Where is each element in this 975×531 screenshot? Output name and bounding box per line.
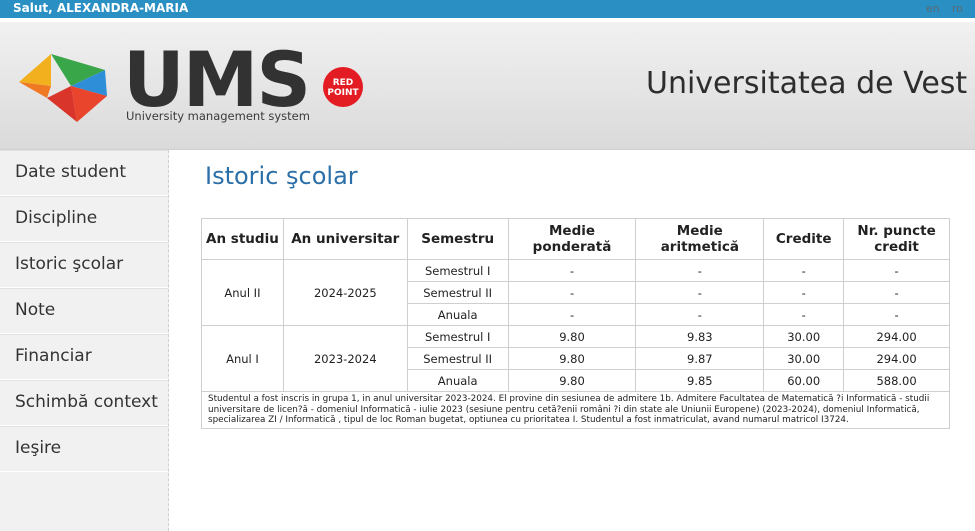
sidebar-item-iesire[interactable]: Ieşire [0, 426, 168, 472]
header-puncte-credit: Nr. puncte credit [843, 218, 950, 260]
sidebar-item-date-student[interactable]: Date student [0, 150, 168, 196]
cell-medie-aritmetica: 9.87 [635, 347, 765, 370]
language-en-link[interactable]: en [926, 2, 940, 15]
cell-an-studiu: Anul I [201, 325, 284, 392]
cell-medie-ponderata: 9.80 [507, 369, 637, 392]
sidebar-item-schimba-context[interactable]: Schimbă context [0, 380, 168, 426]
cell-medie-ponderata: 9.80 [507, 325, 637, 348]
page-title: Istoric şcolar [205, 162, 358, 190]
cell-medie-ponderata: - [507, 281, 637, 304]
cell-credite: 30.00 [763, 325, 845, 348]
cell-medie-ponderata: - [507, 259, 637, 282]
header-an-studiu: An studiu [201, 218, 284, 260]
table-row: Anul I 2023-2024 Semestrul I 9.80 9.83 3… [201, 325, 950, 392]
header-medie-aritmetica: Medie aritmetică [635, 218, 765, 260]
cell-credite: - [763, 303, 845, 326]
cell-semestru: Semestrul I [406, 325, 509, 348]
table-header-row: An studiu An universitar Semestru Medie … [201, 218, 950, 260]
table-row: Anul II 2024-2025 Semestrul I - - - - [201, 259, 950, 326]
badge-line2: POINT [327, 88, 359, 98]
cell-medie-ponderata: 9.80 [507, 347, 637, 370]
cell-puncte: - [843, 281, 950, 304]
badge-line1: RED [333, 78, 354, 88]
cell-an-studiu: Anul II [201, 259, 284, 326]
top-bar: Salut, ALEXANDRA-MARIA en ro [0, 0, 975, 18]
cell-semestru: Anuala [406, 303, 509, 326]
cell-medie-aritmetica: - [635, 259, 765, 282]
cell-semestru: Semestrul II [406, 281, 509, 304]
university-title: Universitatea de Vest [646, 66, 968, 101]
cell-puncte: 588.00 [843, 369, 950, 392]
sidebar-nav: Date student Discipline Istoric şcolar N… [0, 150, 169, 531]
cell-credite: - [763, 281, 845, 304]
language-ro-link[interactable]: ro [952, 2, 963, 15]
cell-credite: 30.00 [763, 347, 845, 370]
sidebar-item-financiar[interactable]: Financiar [0, 334, 168, 380]
cell-medie-aritmetica: - [635, 303, 765, 326]
header-banner: UMS University management system RED POI… [0, 18, 975, 150]
sidebar-item-note[interactable]: Note [0, 288, 168, 334]
cell-an-universitar: 2024-2025 [282, 259, 408, 326]
cell-semestru: Semestrul II [406, 347, 509, 370]
enrollment-note: Studentul a fost inscris in grupa 1, in … [201, 391, 950, 429]
cell-puncte: - [843, 259, 950, 282]
cell-puncte: 294.00 [843, 325, 950, 348]
cell-semestru: Anuala [406, 369, 509, 392]
header-credite: Credite [763, 218, 845, 260]
ums-logo-text: UMS [123, 35, 311, 124]
ums-logo-icon [19, 54, 107, 122]
cell-puncte: 294.00 [843, 347, 950, 370]
cell-medie-aritmetica: 9.83 [635, 325, 765, 348]
cell-medie-ponderata: - [507, 303, 637, 326]
cell-puncte: - [843, 303, 950, 326]
header-semestru: Semestru [406, 218, 509, 260]
table-note-row: Studentul a fost inscris in grupa 1, in … [201, 391, 950, 429]
greeting-text: Salut, ALEXANDRA-MARIA [13, 1, 189, 15]
cell-semestru: Semestrul I [406, 259, 509, 282]
cell-an-universitar: 2023-2024 [282, 325, 408, 392]
redpoint-badge-icon: RED POINT [323, 67, 363, 107]
sidebar-item-istoric-scolar[interactable]: Istoric şcolar [0, 242, 168, 288]
cell-medie-aritmetica: - [635, 281, 765, 304]
sidebar-item-discipline[interactable]: Discipline [0, 196, 168, 242]
ums-logo-subtitle: University management system [126, 109, 310, 123]
cell-credite: - [763, 259, 845, 282]
header-an-universitar: An universitar [282, 218, 408, 260]
header-medie-ponderata: Medie ponderată [507, 218, 637, 260]
cell-medie-aritmetica: 9.85 [635, 369, 765, 392]
cell-credite: 60.00 [763, 369, 845, 392]
history-table: An studiu An universitar Semestru Medie … [201, 218, 950, 429]
